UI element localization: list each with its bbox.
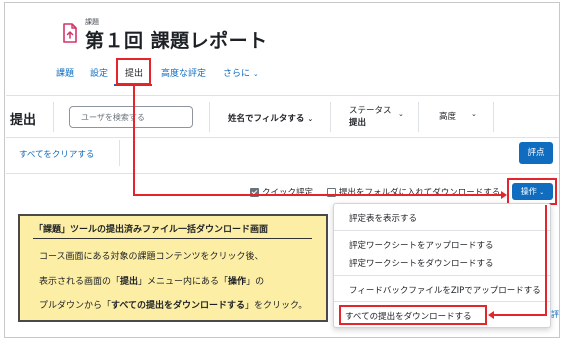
divider [330, 102, 331, 132]
menu-divider [334, 230, 550, 231]
status-value: 提出 [349, 118, 367, 128]
arrow-left-icon [488, 311, 494, 319]
clipped-text: 評 [551, 310, 559, 319]
name-filter-label: 姓名でフィルタする [228, 114, 305, 124]
arrow-right-icon [501, 191, 507, 199]
grade-button[interactable]: 評点 [519, 142, 553, 164]
clear-all-link[interactable]: すべてをクリアする [19, 148, 94, 160]
divider [209, 102, 210, 132]
connector-line [133, 85, 135, 196]
tab-more-label: さらに [223, 69, 251, 79]
chevron-down-icon: ⌄ [398, 110, 404, 118]
menu-item-view-gradebook[interactable]: 評定表を表示する [349, 212, 417, 224]
connector-line [545, 205, 547, 316]
page-title: 第１回 課題レポート [85, 30, 268, 52]
highlight-box-submissions-tab [116, 58, 151, 85]
highlight-box-operations [507, 178, 557, 205]
menu-divider [334, 275, 550, 276]
tab-more[interactable]: さらに ⌄ [223, 66, 259, 79]
chevron-down-icon: ⌄ [252, 70, 259, 78]
divider [6, 137, 559, 138]
divider [119, 140, 120, 166]
text-span-bold: 提出 [120, 277, 139, 287]
divider [418, 102, 419, 132]
text-span-bold: すべての提出をダウンロードする [111, 301, 246, 311]
divider [53, 102, 54, 132]
annotation-divider [33, 238, 312, 239]
assignment-doc-icon [63, 23, 77, 43]
divider [493, 102, 494, 132]
text-span: 表示される画面の「 [39, 277, 121, 287]
menu-item-download-worksheet[interactable]: 評定ワークシートをダウンロードする [349, 257, 494, 269]
annotation-line-2: 表示される画面の「提出」メニュー内にある「操作」の [39, 274, 264, 287]
quick-grading-label: クイック評定 [262, 188, 314, 198]
connector-line [133, 194, 503, 196]
highlight-box-download-all [339, 305, 487, 325]
connector-line [494, 314, 547, 316]
chevron-down-icon: ⌄ [307, 115, 314, 123]
tab-settings[interactable]: 設定 [90, 66, 108, 79]
divider [6, 95, 559, 96]
text-span-bold: 操作 [228, 277, 247, 287]
download-folders-label: 提出をフォルダに入れてダウンロードする [339, 188, 501, 198]
status-dropdown[interactable]: ステータス 提出 [349, 104, 392, 128]
advanced-dropdown[interactable]: 高度 [439, 110, 456, 122]
annotation-line-3: プルダウンから「すべての提出をダウンロードする」をクリック。 [39, 298, 307, 311]
menu-divider [334, 301, 550, 302]
annotation-title: 「課題」ツールの提出済みファイル一括ダウンロード画面 [34, 225, 269, 235]
status-label: ステータス [349, 106, 392, 116]
tab-assignment[interactable]: 課題 [56, 66, 74, 79]
text-span: 」をクリック。 [245, 301, 308, 311]
section-title: 提出 [10, 113, 37, 128]
text-span: 」の [246, 277, 265, 287]
menu-item-upload-worksheet[interactable]: 評定ワークシートをアップロードする [349, 239, 494, 251]
annotation-line-1: コース画面にある対象の課題コンテンツをクリック後、 [39, 252, 264, 262]
text-span: プルダウンから「 [39, 301, 112, 311]
chevron-down-icon: ⌄ [471, 110, 477, 118]
search-input[interactable]: ユーザを検索する [69, 106, 193, 128]
text-span: 」メニュー内にある「 [138, 277, 229, 287]
tab-advanced-grading[interactable]: 高度な評定 [161, 66, 206, 79]
advanced-label: 高度 [439, 112, 457, 122]
divider [6, 173, 559, 174]
name-filter-dropdown[interactable]: 姓名でフィルタする ⌄ [228, 112, 313, 124]
menu-item-upload-feedback-zip[interactable]: フィードバックファイルをZIPでアップロードする [349, 284, 541, 296]
